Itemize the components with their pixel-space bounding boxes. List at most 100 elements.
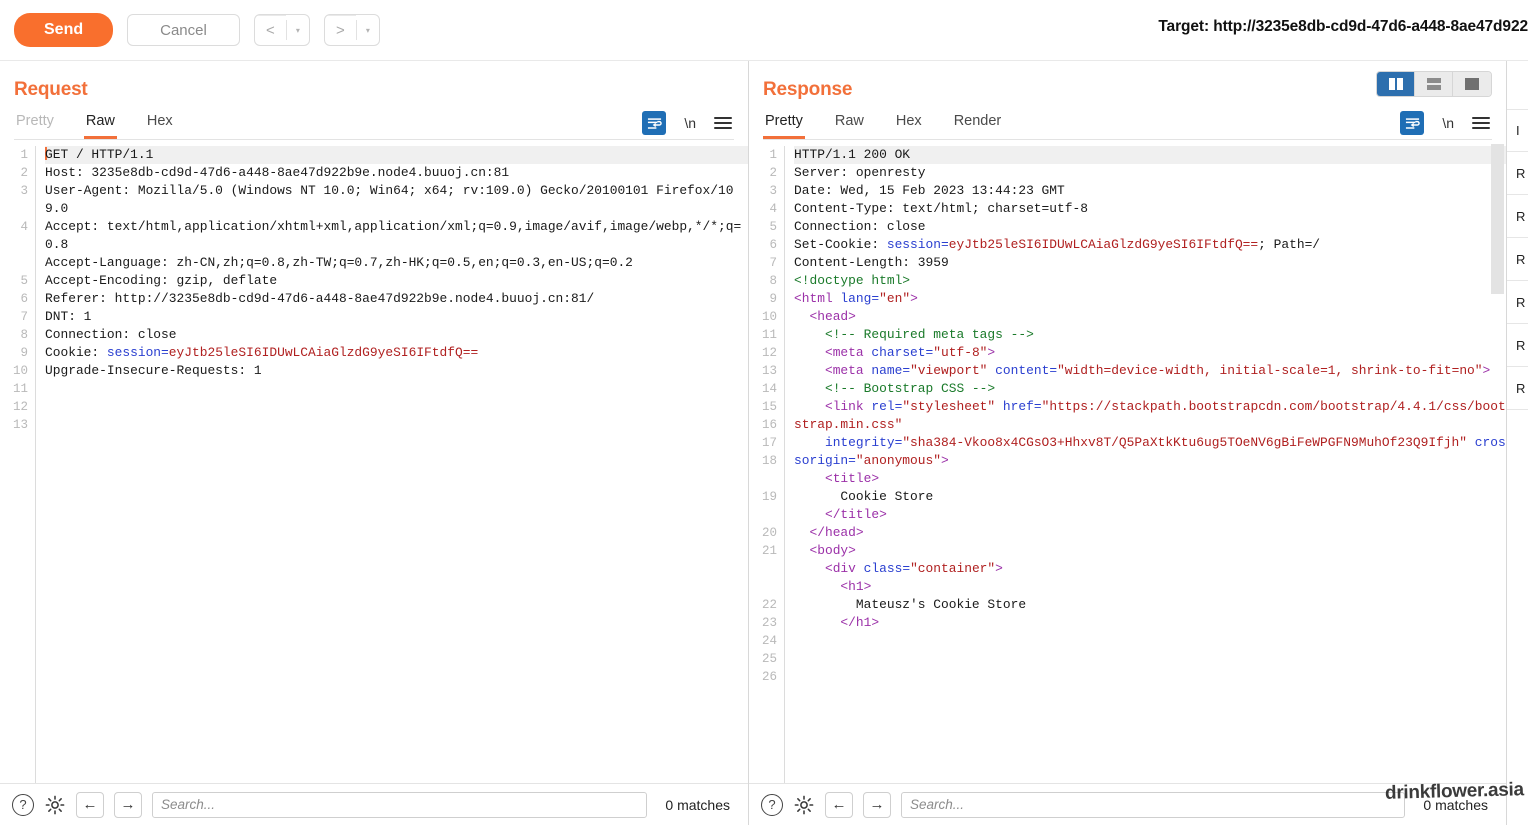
code-token: > — [987, 345, 996, 360]
code-line: DNT: 1 — [45, 308, 748, 326]
inspector-panel: IRRRRRR — [1507, 61, 1528, 825]
code-token: <!-- Required meta tags --> — [794, 327, 1034, 342]
code-line: User-Agent: Mozilla/5.0 (Windows NT 10.0… — [45, 182, 748, 218]
code-line: <h1> Mateusz's Cookie Store </h1> — [794, 578, 1506, 632]
line-number: 9 — [769, 292, 777, 306]
cancel-button[interactable]: Cancel — [127, 14, 240, 46]
back-arrow-icon[interactable]: < — [254, 15, 286, 45]
line-number: 4 — [769, 202, 777, 216]
code-token: eyJtb25leSI6IDUwLCAiaGlzdG9yeSI6IFtdfQ== — [948, 237, 1259, 252]
top-toolbar: Send Cancel < ▾ > ▾ Target: http://3235e… — [0, 0, 1528, 60]
tab-request-hex[interactable]: Hex — [145, 109, 175, 139]
code-token: > — [940, 453, 949, 468]
request-match-count: 0 matches — [665, 796, 730, 813]
code-line: <meta name="viewport" content="width=dev… — [794, 362, 1506, 380]
line-number: 22 — [761, 598, 777, 612]
code-token: integrity= — [824, 435, 903, 450]
inspector-row[interactable]: I — [1507, 109, 1528, 152]
tab-response-pretty[interactable]: Pretty — [763, 109, 805, 139]
tab-response-hex[interactable]: Hex — [894, 109, 924, 139]
inspector-row[interactable]: R — [1507, 367, 1528, 410]
forward-history-split-button[interactable]: > ▾ — [323, 14, 380, 46]
inspector-row[interactable]: R — [1507, 152, 1528, 195]
code-token: <div — [794, 561, 864, 576]
chevron-down-icon[interactable]: ▾ — [287, 15, 309, 45]
response-scrollbar[interactable] — [1491, 144, 1504, 779]
code-token: </h1> — [840, 615, 880, 630]
hamburger-menu-icon[interactable] — [714, 117, 732, 129]
inspector-row[interactable]: R — [1507, 195, 1528, 238]
back-history-split-button[interactable]: < ▾ — [253, 14, 310, 46]
scrollbar-thumb[interactable] — [1491, 144, 1504, 294]
search-next-button[interactable]: → — [114, 791, 142, 818]
search-next-button[interactable]: → — [863, 791, 891, 818]
inspector-row[interactable]: R — [1507, 238, 1528, 281]
inspector-row[interactable]: R — [1507, 281, 1528, 324]
line-number: 16 — [761, 418, 777, 432]
gear-icon[interactable] — [793, 794, 815, 816]
inspector-row[interactable]: R — [1507, 324, 1528, 367]
code-token: Accept-Language: zh-CN,zh;q=0.8,zh-TW;q=… — [45, 255, 633, 270]
main-split: Request Pretty Raw Hex \n 1 2 3 4 5 6 7 … — [0, 60, 1528, 825]
code-line: </head> — [794, 524, 1506, 542]
word-wrap-icon[interactable] — [642, 111, 667, 135]
code-token: "container" — [910, 561, 996, 576]
request-editor[interactable]: 123 4 5 6 7 8 9 10 11 12 13 GET / HTTP/1.1 Host: … — [0, 140, 748, 783]
line-number: 12 — [761, 346, 777, 360]
code-token: "sha384-Vkoo8x4CGsO3+Hhxv8T/Q5PaXtkKtu6u… — [902, 435, 1468, 450]
tab-request-raw[interactable]: Raw — [83, 109, 117, 139]
help-icon[interactable]: ? — [761, 793, 783, 816]
request-search-input[interactable] — [152, 791, 648, 818]
tab-response-render[interactable]: Render — [952, 109, 1004, 139]
code-line: Accept-Encoding: gzip, deflate — [45, 272, 748, 290]
response-match-count: 0 matches — [1423, 796, 1488, 813]
code-token: <body> — [794, 543, 856, 558]
layout-toggle-group — [1376, 71, 1492, 97]
search-prev-button[interactable]: ← — [825, 791, 853, 818]
layout-stacked-button[interactable] — [1415, 72, 1453, 96]
line-number: 24 — [761, 634, 777, 648]
request-panel-header: Request Pretty Raw Hex \n — [0, 61, 748, 140]
code-token: Referer: http://3235e8db-cd9d-47d6-a448-… — [45, 291, 595, 306]
code-token: charset= — [871, 345, 934, 360]
response-code-body[interactable]: HTTP/1.1 200 OK Server: openresty Date: We… — [785, 146, 1506, 783]
tab-request-pretty[interactable]: Pretty — [14, 109, 56, 139]
code-token: <link — [794, 399, 872, 414]
code-token: "width=device-width, initial-scale=1, sh… — [1057, 363, 1483, 378]
newline-toggle[interactable]: \n — [1442, 115, 1454, 131]
chevron-down-icon[interactable]: ▾ — [357, 15, 379, 45]
forward-arrow-icon[interactable]: > — [324, 15, 356, 45]
code-token: content= — [995, 363, 1058, 378]
request-code-body[interactable]: GET / HTTP/1.1 Host: 3235e8db-cd9d-47d6-a… — [36, 146, 748, 783]
response-search-input[interactable] — [901, 791, 1406, 818]
request-tool-icons: \n — [642, 111, 732, 135]
gear-icon[interactable] — [44, 794, 66, 816]
code-token: Connection: close — [45, 327, 177, 342]
word-wrap-icon[interactable] — [1400, 111, 1425, 135]
layout-side-by-side-button[interactable] — [1377, 72, 1415, 96]
line-number: 1 — [769, 148, 777, 162]
code-token: Cookie: — [45, 345, 107, 360]
newline-toggle[interactable]: \n — [684, 115, 696, 131]
tab-response-raw[interactable]: Raw — [833, 109, 866, 139]
code-token: User-Agent: Mozilla/5.0 (Windows NT 10.0… — [45, 183, 734, 216]
line-number: 8 — [769, 274, 777, 288]
search-prev-button[interactable]: ← — [76, 791, 104, 818]
code-line: Content-Type: text/html; charset=utf-8 — [794, 200, 1506, 218]
code-line: <body> — [794, 542, 1506, 560]
response-editor[interactable]: 1 2 3 4 5 6 7 8 9 10 11 12 13 14 15 16 17 18 19 20 21 22 23 24 2… — [749, 140, 1506, 783]
code-token: <h1> — [794, 579, 872, 594]
code-token: <meta — [794, 363, 872, 378]
layout-single-button[interactable] — [1453, 72, 1491, 96]
send-button[interactable]: Send — [14, 13, 114, 47]
help-icon[interactable]: ? — [12, 793, 34, 816]
line-number: 23 — [761, 616, 777, 630]
code-line: Connection: close — [794, 218, 1506, 236]
hamburger-menu-icon[interactable] — [1472, 117, 1490, 129]
code-token: <!-- Bootstrap CSS --> — [794, 381, 996, 396]
code-token: HTTP/1.1 200 OK — [794, 147, 911, 162]
code-line: Server: openresty — [794, 164, 1506, 182]
